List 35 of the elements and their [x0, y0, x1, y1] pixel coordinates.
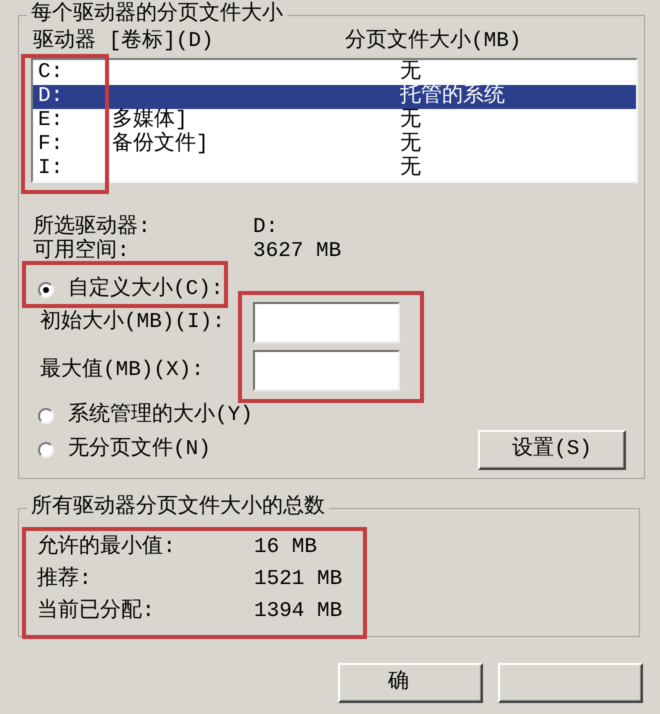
- drive-letter: D:: [38, 85, 64, 108]
- dialog-button[interactable]: [498, 663, 643, 703]
- info-value: D:: [253, 216, 280, 240]
- total-value: 1521 MB: [254, 568, 342, 592]
- page-file-size: 无: [400, 61, 421, 85]
- page-file-size: 无: [400, 157, 421, 181]
- total-label: 当前已分配:: [37, 600, 156, 624]
- column-header: 驱动器 [卷标](D): [32, 30, 215, 54]
- total-value: 16 MB: [254, 536, 318, 560]
- volume-label: 备份文件]: [112, 133, 209, 156]
- drive-letter: F:: [38, 133, 64, 156]
- page-file-size: 无: [400, 109, 421, 132]
- ok-button[interactable]: 确: [338, 663, 483, 703]
- drive-letter: I:: [38, 157, 64, 180]
- total-label: 允许的最小值:: [37, 536, 177, 560]
- group-title: 每个驱动器的分页文件大小: [30, 3, 284, 27]
- radio-option[interactable]: 无分页文件(N): [38, 438, 211, 462]
- drive-letter: E:: [38, 109, 64, 132]
- group-title: 所有驱动器分页文件大小的总数: [30, 496, 326, 520]
- settings-button[interactable]: 设置(S): [478, 430, 626, 470]
- total-label: 推荐:: [37, 568, 93, 592]
- total-value: 1394 MB: [254, 600, 342, 624]
- input-field[interactable]: [253, 302, 400, 343]
- field-label: 最大值(MB)(X):: [40, 358, 204, 382]
- field-label: 初始大小(MB)(I):: [40, 310, 225, 334]
- page-file-size: 无: [400, 133, 421, 156]
- column-header: 分页文件大小(MB): [345, 30, 522, 54]
- info-value: 3627 MB: [253, 240, 342, 264]
- input-field[interactable]: [253, 350, 400, 391]
- info-label: 所选驱动器:: [33, 216, 152, 239]
- volume-label: 多媒体]: [112, 109, 188, 132]
- radio-option[interactable]: 自定义大小(C):: [38, 278, 224, 302]
- info-label: 可用空间:: [33, 240, 131, 264]
- radio-option[interactable]: 系统管理的大小(Y): [38, 404, 253, 428]
- drive-letter: C:: [38, 61, 64, 84]
